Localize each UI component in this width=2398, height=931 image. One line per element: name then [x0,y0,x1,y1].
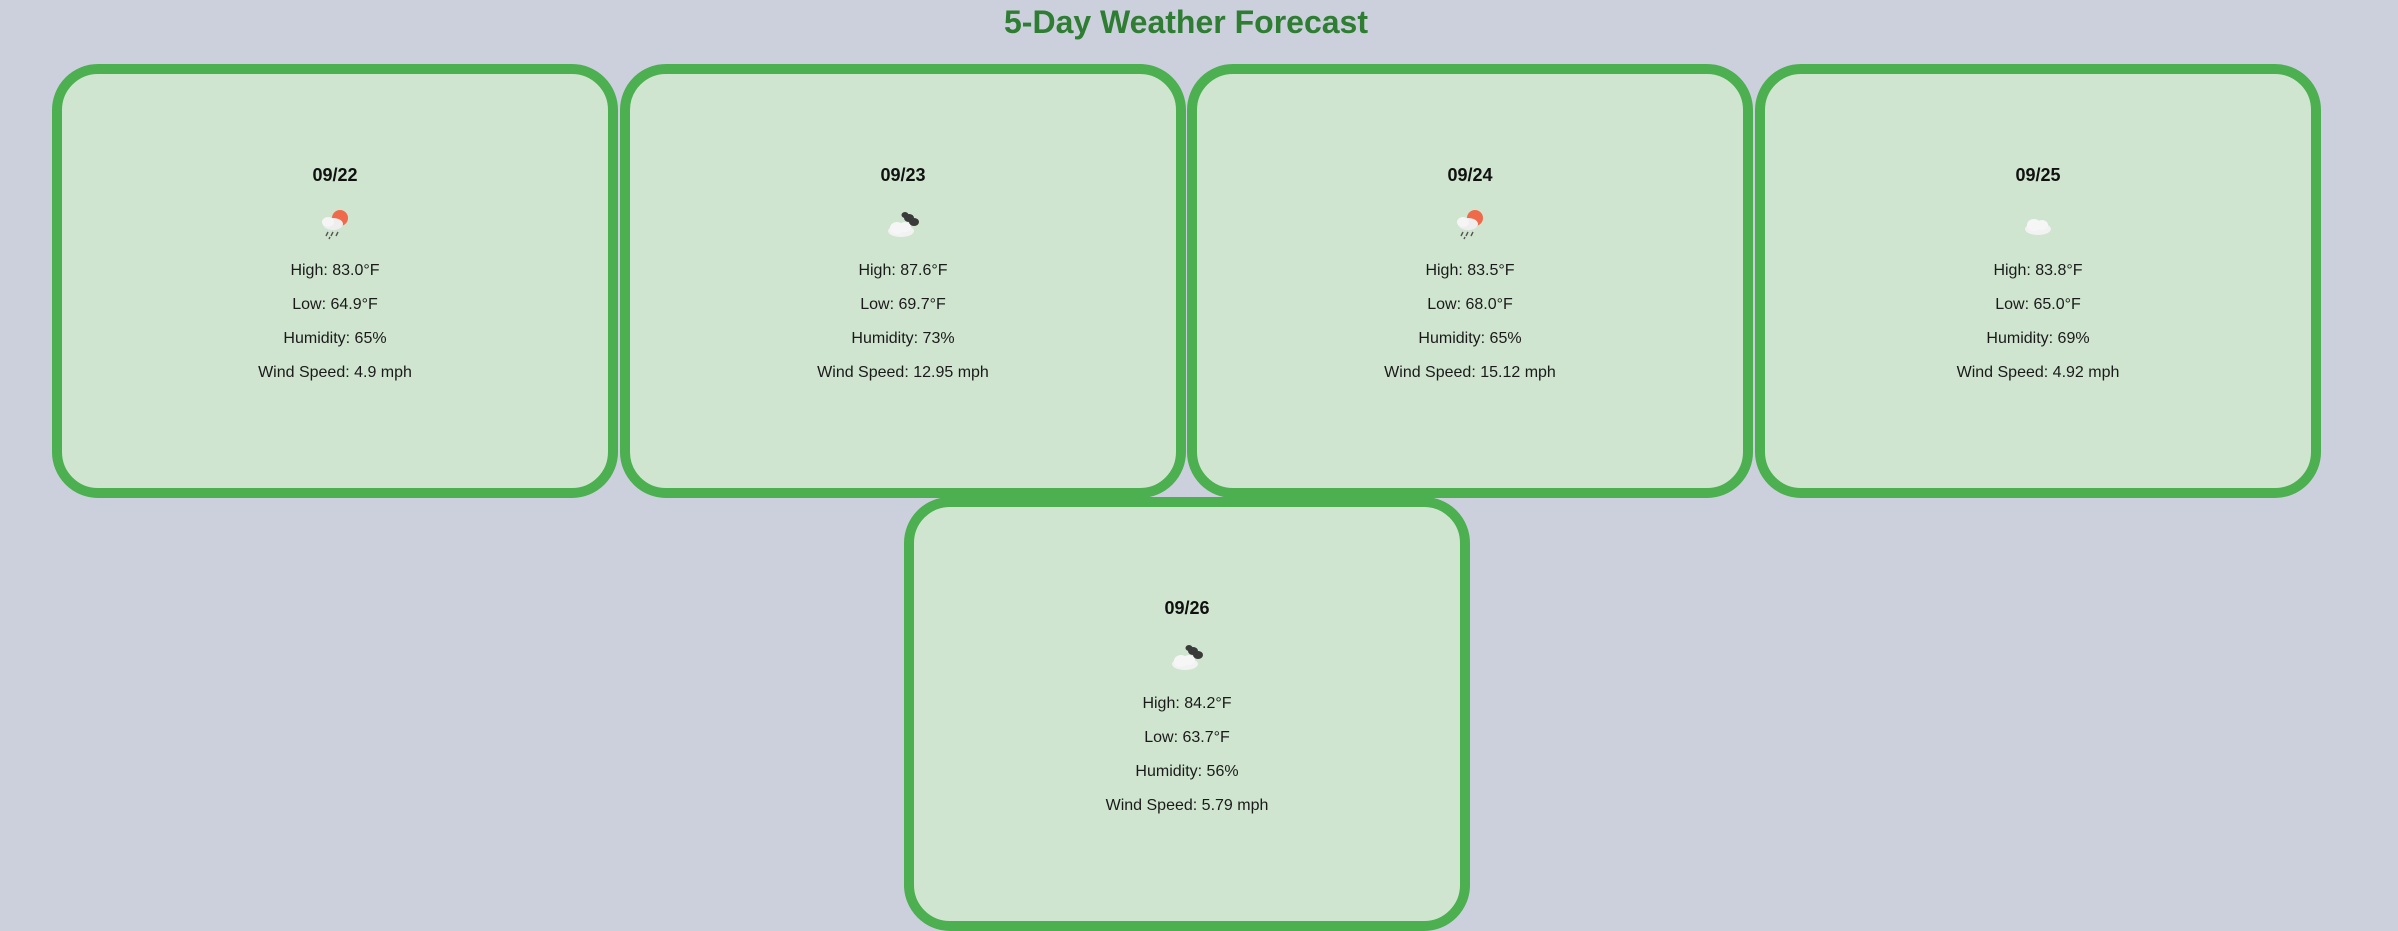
wind-speed: Wind Speed: 4.92 mph [1956,364,2120,381]
forecast-card: 09/23 High: 87.6°F Low: 69.7°F Humidity:… [620,64,1186,498]
wind-speed: Wind Speed: 15.12 mph [1384,364,1556,381]
forecast-card: 09/25 High: 83.8°F Low: 65.0°F Humidity:… [1755,64,2321,498]
forecast-card: 09/24 High: 83.5°F Low: 68.0°F Humidity:… [1187,64,1753,498]
high-temp: High: 87.6°F [858,262,948,279]
low-temp: Low: 63.7°F [1144,729,1230,746]
forecast-date: 09/24 [1447,165,1493,185]
high-temp: High: 84.2°F [1142,695,1232,712]
forecast-date: 09/26 [1164,598,1210,618]
humidity: Humidity: 73% [851,330,955,347]
forecast-card: 09/22 High: 83.0°F Low: 64.9°F Humidity:… [52,64,618,498]
humidity: Humidity: 65% [283,330,387,347]
wind-speed: Wind Speed: 12.95 mph [817,364,989,381]
low-temp: Low: 69.7°F [860,296,946,313]
broken-clouds-icon [1172,645,1203,670]
low-temp: Low: 65.0°F [1995,296,2081,313]
cloud-icon [2025,219,2051,235]
sun-cloud-rain-icon [322,210,348,240]
high-temp: High: 83.0°F [290,262,380,279]
forecast-cards: 09/22 High: 83.0°F Low: 64.9°F Humidity:… [0,0,2398,931]
humidity: Humidity: 69% [1986,330,2090,347]
forecast-date: 09/23 [880,165,926,185]
broken-clouds-icon [888,212,919,237]
high-temp: High: 83.8°F [1993,262,2083,279]
humidity: Humidity: 56% [1135,763,1239,780]
humidity: Humidity: 65% [1418,330,1522,347]
forecast-card: 09/26 High: 84.2°F Low: 63.7°F Humidity:… [904,497,1470,931]
sun-cloud-rain-icon [1457,210,1483,240]
forecast-date: 09/25 [2015,165,2061,185]
high-temp: High: 83.5°F [1425,262,1515,279]
wind-speed: Wind Speed: 4.9 mph [258,364,412,381]
wind-speed: Wind Speed: 5.79 mph [1105,797,1269,814]
forecast-date: 09/22 [312,165,358,185]
low-temp: Low: 68.0°F [1427,296,1513,313]
low-temp: Low: 64.9°F [292,296,378,313]
